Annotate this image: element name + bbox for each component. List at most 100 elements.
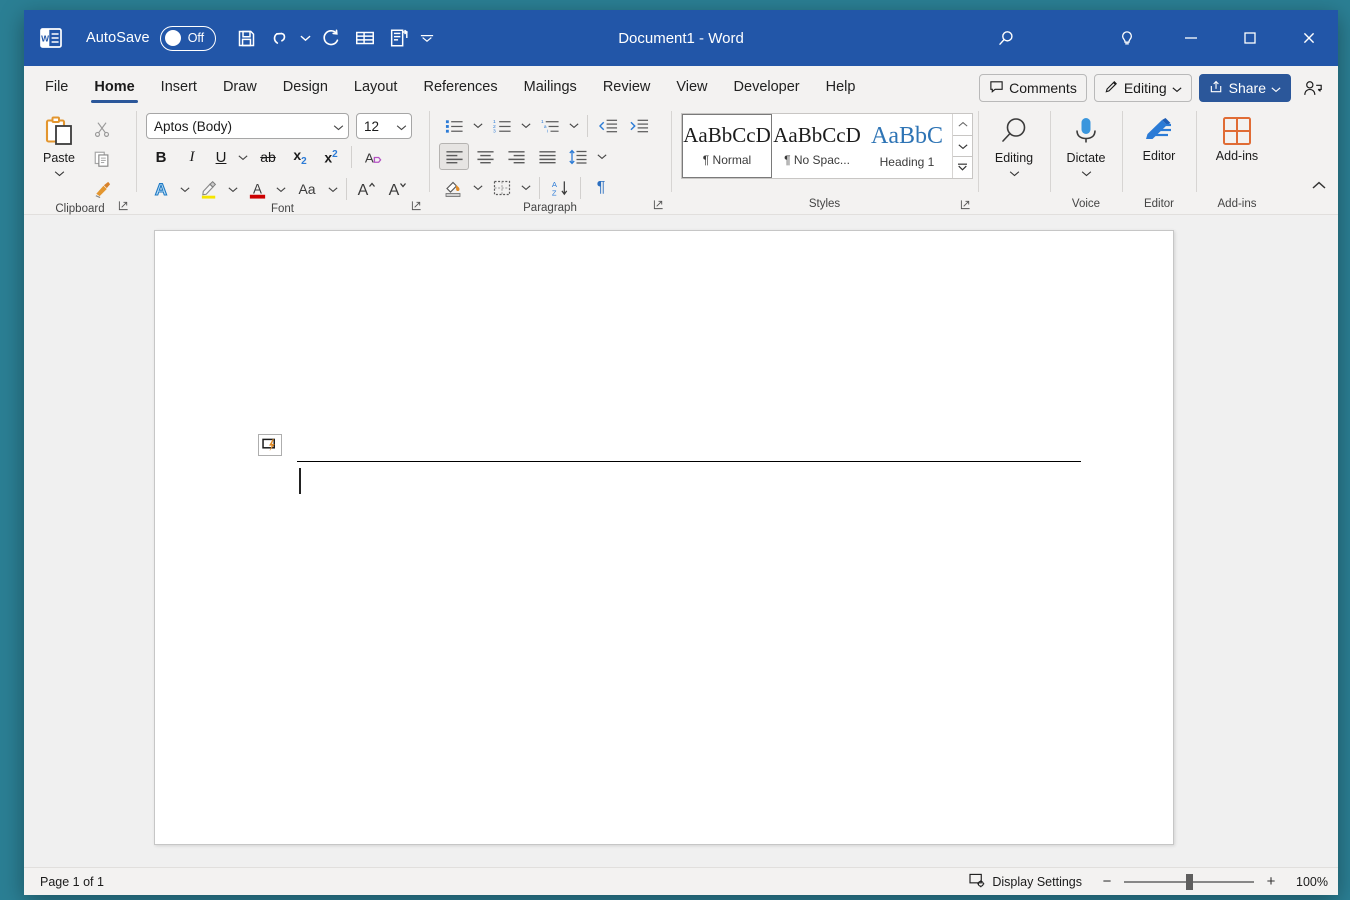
document-canvas[interactable] [24,215,1338,867]
paste-button[interactable]: Paste [32,111,86,182]
increase-indent-button[interactable] [624,112,654,139]
editing-button[interactable]: Editing [982,111,1046,182]
align-left-button[interactable] [439,143,469,170]
zoom-level-label[interactable]: 100% [1288,875,1328,889]
font-dialog-launcher[interactable] [409,198,423,212]
tab-home[interactable]: Home [81,69,147,105]
tab-help[interactable]: Help [813,69,869,105]
chevron-down-icon[interactable] [333,119,344,134]
decrease-indent-button[interactable] [593,112,623,139]
styles-dialog-launcher[interactable] [958,197,972,211]
redo-icon[interactable] [314,19,348,57]
chevron-down-icon[interactable] [1081,164,1092,182]
clipboard-dialog-launcher[interactable] [116,198,130,212]
chevron-down-icon[interactable] [54,164,65,182]
font-color-button[interactable]: A [242,175,272,203]
justify-button[interactable] [532,143,562,170]
zoom-in-button[interactable]: + [1263,874,1279,890]
font-size-input[interactable]: 12 [356,113,412,139]
shading-dropdown-icon[interactable] [470,175,486,201]
save-icon[interactable] [230,19,264,57]
bullets-button[interactable] [439,112,469,139]
underline-button[interactable]: U [208,143,234,171]
format-painter-button[interactable] [88,175,116,203]
dictate-button[interactable]: Dictate [1054,111,1118,182]
strikethrough-button[interactable]: ab [252,143,284,171]
more-styles-icon[interactable] [953,156,972,178]
scroll-down-icon[interactable] [953,135,972,157]
tab-design[interactable]: Design [270,69,341,105]
font-color-dropdown-icon[interactable] [273,176,289,202]
numbering-button[interactable]: 1 2 3 [487,112,517,139]
share-button[interactable]: Share [1199,74,1291,102]
editing-mode-button[interactable]: Editing [1094,74,1192,102]
share-people-icon[interactable] [1298,74,1328,102]
autocorrect-lightning-icon[interactable] [258,434,282,456]
comments-button[interactable]: Comments [979,74,1087,102]
shading-button[interactable] [439,174,469,201]
style-item-normal[interactable]: AaBbCcD ¶ Normal [682,114,772,178]
cut-button[interactable] [88,115,116,143]
multilevel-list-button[interactable]: 1 a i [535,112,565,139]
superscript-button[interactable]: x2 [316,143,346,171]
chevron-down-icon[interactable] [396,119,407,134]
search-icon[interactable] [979,16,1033,60]
subscript-button[interactable]: x2 [285,143,315,171]
minimize-icon[interactable] [1161,10,1220,66]
bullets-dropdown-icon[interactable] [470,113,486,139]
tab-developer[interactable]: Developer [721,69,813,105]
copy-button[interactable] [88,145,116,173]
page-indicator[interactable]: Page 1 of 1 [34,873,110,891]
change-case-button[interactable]: Aa [290,175,324,203]
addins-button[interactable]: Add-ins [1200,111,1274,163]
maximize-icon[interactable] [1220,10,1279,66]
style-item-heading-1[interactable]: AaBbC Heading 1 [862,114,952,178]
autosave-toggle[interactable]: Off [160,26,216,51]
tab-references[interactable]: References [410,69,510,105]
close-icon[interactable] [1279,10,1338,66]
zoom-slider[interactable] [1124,881,1254,883]
lightbulb-icon[interactable] [1101,16,1153,60]
document-page[interactable] [154,230,1174,845]
line-spacing-dropdown-icon[interactable] [594,144,610,170]
styles-scrollbar[interactable] [952,114,972,178]
customize-qat-icon[interactable] [416,19,438,57]
change-case-dropdown-icon[interactable] [325,176,341,202]
text-effects-button[interactable]: A [146,175,176,203]
text-effects-dropdown-icon[interactable] [177,176,193,202]
multilevel-dropdown-icon[interactable] [566,113,582,139]
italic-button[interactable]: I [177,143,207,171]
sort-button[interactable]: A Z [545,174,575,201]
zoom-out-button[interactable]: − [1099,874,1115,890]
zoom-slider-thumb[interactable] [1186,874,1193,890]
tab-draw[interactable]: Draw [210,69,270,105]
bold-button[interactable]: B [146,143,176,171]
tab-file[interactable]: File [32,69,81,105]
tab-view[interactable]: View [663,69,720,105]
collapse-ribbon-icon[interactable] [1308,174,1330,196]
scroll-up-icon[interactable] [953,114,972,135]
underline-dropdown-icon[interactable] [235,144,251,170]
paragraph-dialog-launcher[interactable] [651,197,665,211]
tab-insert[interactable]: Insert [148,69,210,105]
style-item-no-spacing[interactable]: AaBbCcD ¶ No Spac... [772,114,862,178]
document-task-icon[interactable] [382,19,416,57]
highlight-dropdown-icon[interactable] [225,176,241,202]
borders-button[interactable] [487,174,517,201]
line-spacing-button[interactable] [563,143,593,170]
editor-button[interactable]: Editor [1126,111,1192,163]
tab-layout[interactable]: Layout [341,69,411,105]
undo-dropdown-icon[interactable] [298,19,314,57]
clear-formatting-button[interactable]: A [357,143,387,171]
grow-font-button[interactable]: A [352,175,382,203]
undo-icon[interactable] [264,19,298,57]
align-right-button[interactable] [501,143,531,170]
tab-mailings[interactable]: Mailings [511,69,590,105]
align-center-button[interactable] [470,143,500,170]
numbering-dropdown-icon[interactable] [518,113,534,139]
table-icon[interactable] [348,19,382,57]
font-name-input[interactable]: Aptos (Body) [146,113,349,139]
borders-dropdown-icon[interactable] [518,175,534,201]
display-settings-button[interactable]: Display Settings [964,871,1087,893]
tab-review[interactable]: Review [590,69,664,105]
